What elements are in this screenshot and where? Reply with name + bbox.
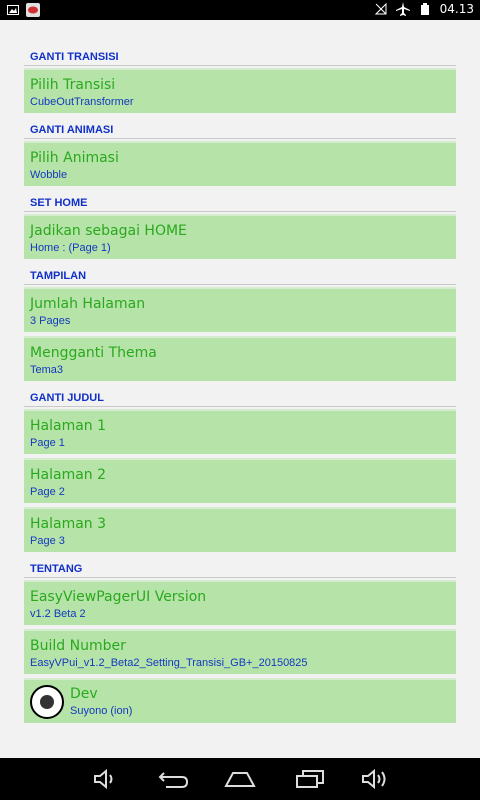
pref-title: Jadikan sebagai HOME <box>30 223 187 239</box>
pref-halaman-2[interactable]: Halaman 2 Page 2 <box>24 458 456 503</box>
pref-pilih-animasi[interactable]: Pilih Animasi Wobble <box>24 141 456 186</box>
section-header-tampilan: TAMPILAN <box>24 267 456 285</box>
section-header-tentang: TENTANG <box>24 560 456 578</box>
pref-summary: Tema3 <box>30 364 64 376</box>
pref-jadikan-home[interactable]: Jadikan sebagai HOME Home : (Page 1) <box>24 214 456 259</box>
pref-build-number[interactable]: Build Number EasyVPui_v1.2_Beta2_Setting… <box>24 629 456 674</box>
pref-summary: Page 1 <box>30 437 65 449</box>
battery-icon <box>418 2 432 16</box>
section-header-ganti-judul: GANTI JUDUL <box>24 389 456 407</box>
section-header-ganti-animasi: GANTI ANIMASI <box>24 121 456 139</box>
pref-jumlah-halaman[interactable]: Jumlah Halaman 3 Pages <box>24 287 456 332</box>
pref-summary: Suyono (ion) <box>70 704 133 717</box>
pref-summary: Page 3 <box>30 535 65 547</box>
dev-avatar-icon <box>30 684 64 719</box>
pref-version[interactable]: EasyViewPagerUI Version v1.2 Beta 2 <box>24 580 456 625</box>
pref-dev[interactable]: Dev Suyono (ion) <box>24 678 456 723</box>
pref-halaman-3[interactable]: Halaman 3 Page 3 <box>24 507 456 552</box>
pref-title: Halaman 1 <box>30 418 107 434</box>
pref-summary: EasyVPui_v1.2_Beta2_Setting_Transisi_GB+… <box>30 657 308 669</box>
picture-icon <box>6 3 20 17</box>
pref-title: Halaman 2 <box>30 467 107 483</box>
pref-title: Pilih Animasi <box>30 150 119 166</box>
pref-summary: 3 Pages <box>30 315 71 327</box>
settings-screen: GANTI TRANSISI Pilih Transisi CubeOutTra… <box>0 20 480 758</box>
airplane-icon <box>395 2 410 16</box>
pref-summary: Page 2 <box>30 486 65 498</box>
pref-summary: Wobble <box>30 169 68 181</box>
volume-up-icon[interactable] <box>358 767 394 791</box>
pref-title: Pilih Transisi <box>30 77 116 93</box>
status-bar: 04.13 <box>0 0 480 20</box>
section-header-ganti-transisi: GANTI TRANSISI <box>24 48 456 66</box>
app-badge-icon <box>26 3 40 17</box>
pref-title: EasyViewPagerUI Version <box>30 589 207 605</box>
volume-down-icon[interactable] <box>88 767 124 791</box>
pref-summary: v1.2 Beta 2 <box>30 608 86 620</box>
pref-mengganti-thema[interactable]: Mengganti Thema Tema3 <box>24 336 456 381</box>
section-header-set-home: SET HOME <box>24 194 456 212</box>
recents-icon[interactable] <box>292 767 328 791</box>
home-icon[interactable] <box>222 767 258 791</box>
no-signal-icon <box>374 2 388 16</box>
navigation-bar <box>0 758 480 800</box>
pref-title: Build Number <box>30 638 126 654</box>
pref-title: Mengganti Thema <box>30 345 157 361</box>
pref-pilih-transisi[interactable]: Pilih Transisi CubeOutTransformer <box>24 68 456 113</box>
pref-halaman-1[interactable]: Halaman 1 Page 1 <box>24 409 456 454</box>
pref-title: Halaman 3 <box>30 516 107 532</box>
pref-title: Dev <box>70 685 98 702</box>
pref-title: Jumlah Halaman <box>30 296 146 312</box>
settings-list: GANTI TRANSISI Pilih Transisi CubeOutTra… <box>24 48 456 727</box>
status-time: 04.13 <box>439 2 474 16</box>
pref-summary: CubeOutTransformer <box>30 96 134 108</box>
back-icon[interactable] <box>156 767 192 791</box>
pref-summary: Home : (Page 1) <box>30 242 111 254</box>
